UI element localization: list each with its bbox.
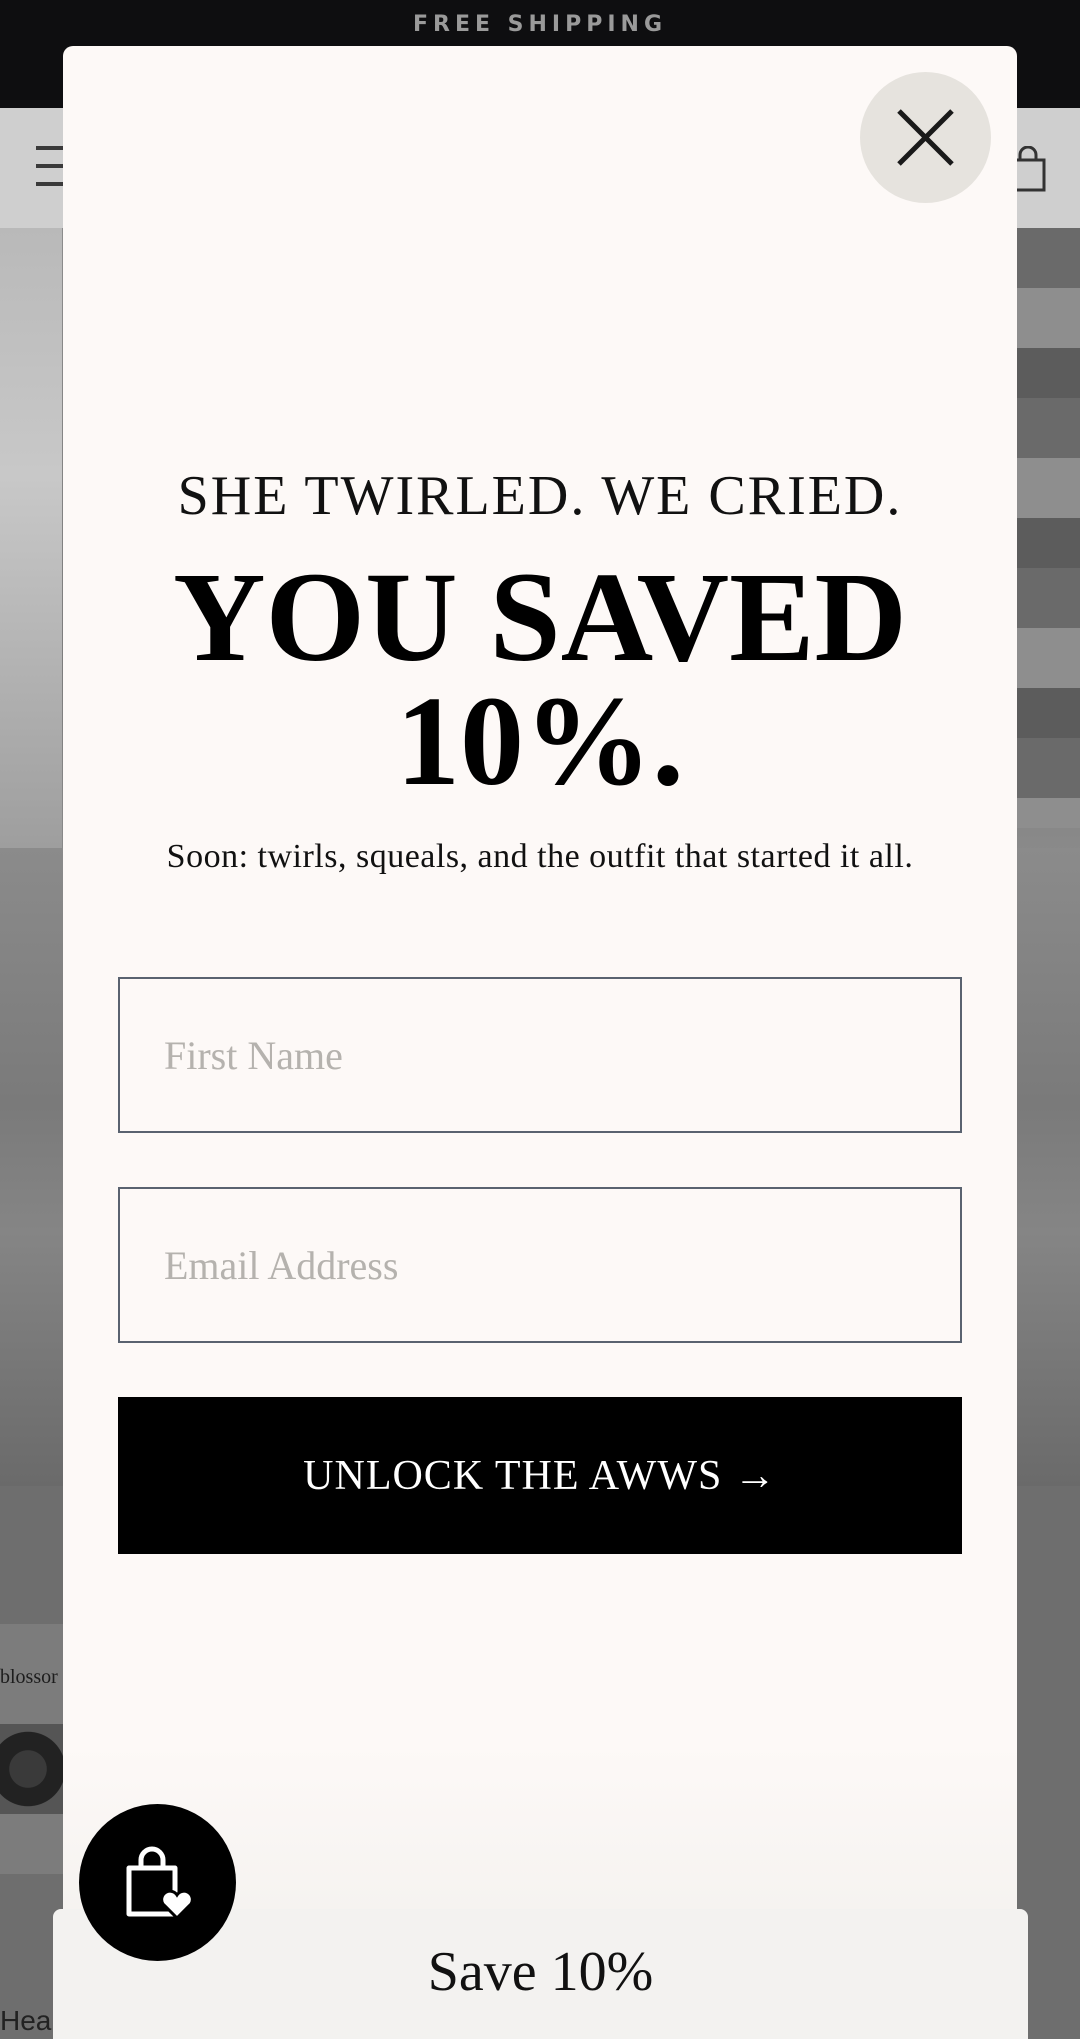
save-tab-label[interactable]: Save 10% <box>53 1940 1028 2004</box>
unlock-button[interactable]: UNLOCK THE AWWS → <box>118 1397 962 1554</box>
email-field[interactable] <box>118 1187 962 1343</box>
product-card-image[interactable] <box>0 1624 70 1874</box>
announcement-text: FREE SHIPPING <box>412 12 668 37</box>
headline-line-2: 10%. <box>396 670 684 812</box>
close-icon <box>897 109 954 166</box>
close-button[interactable] <box>860 72 991 203</box>
shopping-bag-heart-icon <box>126 1846 194 1921</box>
popup-subtext: Soon: twirls, squeals, and the outfit th… <box>166 838 914 875</box>
popup-eyebrow: SHE TWIRLED. WE CRIED. <box>177 465 903 527</box>
popup-headline: YOU SAVED 10%. <box>63 546 1017 812</box>
product-title[interactable]: Hea <box>0 2005 51 2037</box>
headline-line-1: YOU SAVED <box>173 546 907 688</box>
product-brand-text: blossor <box>0 1666 58 1688</box>
wishlist-button[interactable] <box>79 1804 236 1961</box>
first-name-field[interactable] <box>118 977 962 1133</box>
